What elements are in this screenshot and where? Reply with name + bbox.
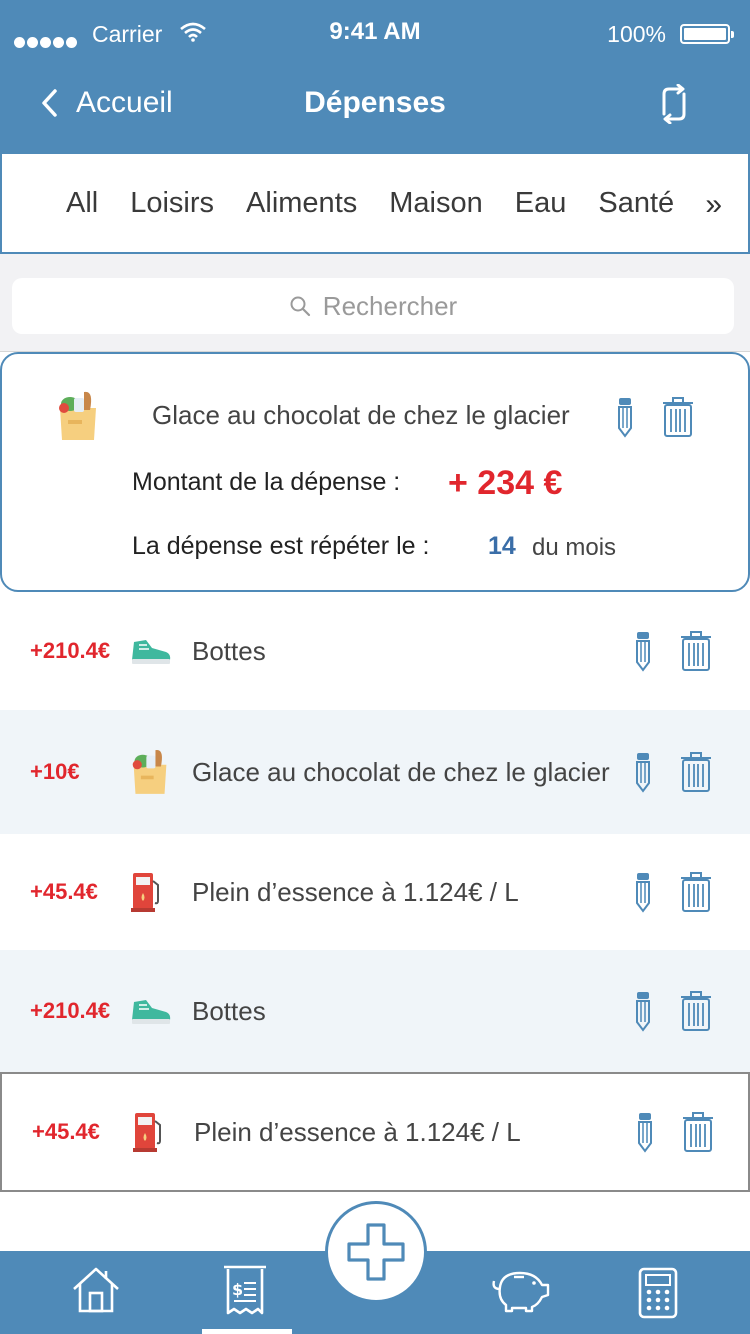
search-placeholder: Rechercher xyxy=(322,290,458,321)
expense-label: Bottes xyxy=(192,995,266,1026)
search-icon xyxy=(290,296,310,317)
more-tabs-icon[interactable]: » xyxy=(705,188,722,222)
expense-label: Glace au chocolat de chez le glacier xyxy=(192,756,610,787)
pencil-icon[interactable] xyxy=(614,396,636,438)
fuel-pump-icon xyxy=(131,873,159,912)
receipt-icon[interactable]: $ xyxy=(220,1265,270,1317)
home-icon[interactable] xyxy=(70,1265,122,1315)
pencil-icon[interactable] xyxy=(632,751,654,793)
sneaker-icon xyxy=(132,1000,171,1024)
pencil-icon[interactable] xyxy=(632,871,654,913)
tab-loisirs[interactable]: Loisirs xyxy=(114,187,230,220)
expense-row[interactable]: +210.4€ Bottes xyxy=(0,950,750,1072)
search-area: Rechercher xyxy=(0,254,750,352)
expense-amount: +45.4€ xyxy=(30,879,98,904)
calculator-icon[interactable] xyxy=(638,1267,678,1319)
tab-aliments[interactable]: Aliments xyxy=(230,187,373,220)
expense-row[interactable]: +45.4€ Plein d’essence à 1.124€ / L xyxy=(0,834,750,950)
repeat-label: La dépense est répéter le : xyxy=(132,532,430,560)
header: Carrier 9:41 AM 100% Accueil Dépenses xyxy=(0,0,750,154)
repeat-suffix: du mois xyxy=(532,534,617,561)
tab-sante[interactable]: Santé xyxy=(582,187,690,220)
tab-maison[interactable]: Maison xyxy=(373,187,499,220)
expense-label: Plein d’essence à 1.124€ / L xyxy=(192,876,519,907)
tab-all[interactable]: All xyxy=(50,187,114,220)
trash-icon[interactable] xyxy=(680,871,712,913)
back-button[interactable]: Accueil xyxy=(40,86,173,120)
battery-percent: 100% xyxy=(607,21,666,47)
battery-icon xyxy=(680,24,734,44)
sneaker-icon xyxy=(132,640,171,664)
add-expense-button[interactable] xyxy=(325,1201,427,1303)
pencil-icon[interactable] xyxy=(632,630,654,672)
fuel-pump-icon xyxy=(133,1113,161,1152)
expense-label: Bottes xyxy=(192,635,266,666)
expense-detail-card[interactable]: Glace au chocolat de chez le glacier Mon… xyxy=(0,352,750,592)
trash-icon[interactable] xyxy=(680,630,712,672)
expense-amount: +45.4€ xyxy=(32,1119,100,1144)
expense-title: Glace au chocolat de chez le glacier xyxy=(152,400,570,430)
pencil-icon[interactable] xyxy=(634,1111,656,1153)
expense-amount: +10€ xyxy=(30,759,80,784)
add-icon xyxy=(347,1223,405,1281)
search-input[interactable]: Rechercher xyxy=(12,278,734,334)
selected-tab-indicator xyxy=(202,1329,292,1334)
category-tabs: All Loisirs Aliments Maison Eau Santé » xyxy=(0,154,750,254)
trash-icon[interactable] xyxy=(680,990,712,1032)
status-bar: Carrier 9:41 AM 100% xyxy=(0,0,750,64)
trash-icon[interactable] xyxy=(662,396,694,438)
piggy-bank-icon[interactable] xyxy=(488,1267,552,1313)
expense-row[interactable]: +210.4€ Bottes xyxy=(0,592,750,710)
back-label: Accueil xyxy=(76,86,173,119)
chevron-left-icon xyxy=(42,89,57,117)
tab-eau[interactable]: Eau xyxy=(499,187,583,220)
amount-value: + 234 € xyxy=(448,464,563,502)
expense-row[interactable]: +10€ Glace au chocolat de chez le glacie… xyxy=(0,710,750,834)
trash-icon[interactable] xyxy=(682,1111,714,1153)
sync-icon[interactable] xyxy=(656,84,692,124)
pencil-icon[interactable] xyxy=(632,990,654,1032)
expense-label: Plein d’essence à 1.124€ / L xyxy=(194,1116,521,1147)
amount-label: Montant de la dépense : xyxy=(132,468,401,496)
svg-text:$: $ xyxy=(232,1280,243,1299)
expense-amount: +210.4€ xyxy=(30,638,111,663)
grocery-bag-icon xyxy=(59,391,96,440)
trash-icon[interactable] xyxy=(680,751,712,793)
grocery-bag-icon xyxy=(132,750,167,794)
expense-row[interactable]: +45.4€ Plein d’essence à 1.124€ / L xyxy=(0,1072,750,1192)
repeat-day: 14 xyxy=(488,532,516,560)
expense-amount: +210.4€ xyxy=(30,998,111,1023)
